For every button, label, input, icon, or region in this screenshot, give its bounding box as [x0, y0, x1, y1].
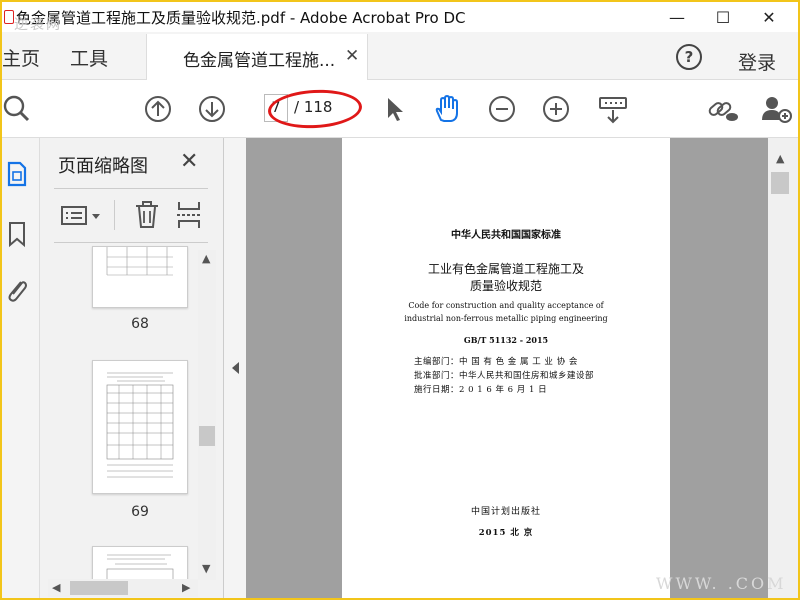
- search-icon[interactable]: [2, 94, 32, 124]
- hand-tool-icon[interactable]: [432, 94, 462, 124]
- navigation-rail: [2, 138, 40, 598]
- scrollbar-thumb[interactable]: [771, 172, 789, 194]
- thumbnail-page-68[interactable]: [92, 246, 188, 308]
- thumbnail-horizontal-scrollbar[interactable]: ◀ ▶: [48, 579, 198, 597]
- login-button[interactable]: 登录: [738, 48, 776, 75]
- bookmarks-icon[interactable]: [6, 220, 28, 248]
- pdf-page: 中华人民共和国国家标准 工业有色金属管道工程施工及 质量验收规范 Code fo…: [342, 138, 670, 598]
- collapse-panel-arrow-icon[interactable]: [232, 362, 239, 374]
- tab-tools[interactable]: 工具: [70, 44, 108, 71]
- thumbnail-page-69[interactable]: [92, 360, 188, 494]
- publisher: 中国计划出版社: [470, 507, 541, 517]
- english-title-line1: Code for construction and quality accept…: [408, 301, 604, 310]
- thumbnail-page-number: 69: [131, 504, 149, 520]
- thumbnail-options-icon[interactable]: [60, 204, 104, 228]
- window-title: 色金属管道工程施工及质量验收规范.pdf - Adobe Acrobat Pro…: [16, 9, 466, 27]
- acrobat-window: 色金属管道工程施工及质量验收规范.pdf - Adobe Acrobat Pro…: [2, 2, 798, 598]
- thumbnail-panel: 页面缩略图 ✕ 68 69 ▲ ▼ ◀ ▶: [40, 138, 224, 598]
- minimize-button[interactable]: —: [654, 2, 700, 32]
- share-link-icon[interactable]: [706, 96, 740, 124]
- editor-department: 主编部门：中 国 有 色 金 属 工 业 协 会: [414, 357, 578, 367]
- zoom-in-icon[interactable]: [542, 95, 570, 123]
- watermark-bottom-right: WWW. .COM: [656, 574, 787, 593]
- watermark-top-left: 逆袭网: [14, 17, 62, 33]
- extract-pages-icon[interactable]: [176, 200, 202, 230]
- close-window-button[interactable]: ✕: [746, 2, 792, 32]
- scroll-up-arrow-icon[interactable]: ▲: [776, 152, 784, 165]
- delete-page-icon[interactable]: [134, 200, 160, 230]
- panel-divider: [54, 188, 208, 189]
- viewer-vertical-scrollbar[interactable]: ▲: [768, 138, 798, 598]
- select-arrow-icon[interactable]: [384, 96, 406, 122]
- main-toolbar: 7 / 118: [2, 80, 798, 138]
- tab-bar: 主页 工具 色金属管道工程施... ✕ ? 登录: [2, 32, 798, 80]
- english-title-line2: industrial non-ferrous metallic piping e…: [404, 314, 608, 323]
- document-title-line1: 工业有色金属管道工程施工及: [427, 262, 584, 276]
- page-up-icon[interactable]: [144, 95, 172, 123]
- scrollbar-thumb[interactable]: [199, 426, 215, 446]
- keyboard-scroll-icon[interactable]: [598, 96, 628, 124]
- tab-document-label: 色金属管道工程施...: [183, 51, 336, 71]
- scroll-down-arrow-icon[interactable]: ▼: [202, 562, 210, 575]
- thumbnail-page-next[interactable]: [92, 546, 188, 582]
- effective-date: 施行日期：2 0 1 6 年 6 月 1 日: [414, 385, 548, 395]
- publication-year-city: 2015 北 京: [478, 528, 534, 538]
- panel-collapse-strip[interactable]: [224, 138, 246, 598]
- help-button[interactable]: ?: [676, 44, 702, 70]
- thumbnail-panel-close-icon[interactable]: ✕: [180, 149, 198, 174]
- scroll-up-arrow-icon[interactable]: ▲: [202, 252, 210, 265]
- toolbar-separator: [114, 200, 115, 230]
- document-viewer[interactable]: 中华人民共和国国家标准 工业有色金属管道工程施工及 质量验收规范 Code fo…: [246, 138, 768, 598]
- add-user-icon[interactable]: [760, 94, 794, 124]
- title-bar: 色金属管道工程施工及质量验收规范.pdf - Adobe Acrobat Pro…: [2, 2, 798, 33]
- acrobat-app-icon: [4, 10, 14, 24]
- thumbnail-vertical-scrollbar[interactable]: ▲ ▼: [198, 250, 216, 580]
- attachments-icon[interactable]: [4, 276, 28, 304]
- scroll-left-arrow-icon[interactable]: ◀: [52, 581, 60, 594]
- tab-home[interactable]: 主页: [2, 44, 40, 71]
- thumbnail-panel-title: 页面缩略图: [58, 156, 148, 177]
- thumbnail-page-number: 68: [131, 316, 149, 332]
- approval-department: 批准部门：中华人民共和国住房和城乡建设部: [414, 371, 595, 381]
- tab-document[interactable]: 色金属管道工程施... ✕: [146, 34, 368, 80]
- standard-code: GB/T 51132 - 2015: [463, 335, 549, 345]
- maximize-button[interactable]: ☐: [700, 2, 746, 32]
- document-title-line2: 质量验收规范: [469, 279, 542, 293]
- panel-divider: [54, 242, 208, 243]
- scrollbar-thumb[interactable]: [70, 581, 128, 595]
- tab-close-icon[interactable]: ✕: [345, 46, 359, 66]
- page-down-icon[interactable]: [198, 95, 226, 123]
- page-thumbnails-icon[interactable]: [6, 160, 28, 188]
- thumbnail-table-graphic: [106, 372, 174, 478]
- thumbnail-table-graphic: [106, 554, 174, 582]
- thumbnail-table-graphic: [106, 247, 173, 276]
- zoom-out-icon[interactable]: [488, 95, 516, 123]
- scroll-right-arrow-icon[interactable]: ▶: [182, 581, 190, 594]
- standard-header: 中华人民共和国国家标准: [451, 230, 561, 241]
